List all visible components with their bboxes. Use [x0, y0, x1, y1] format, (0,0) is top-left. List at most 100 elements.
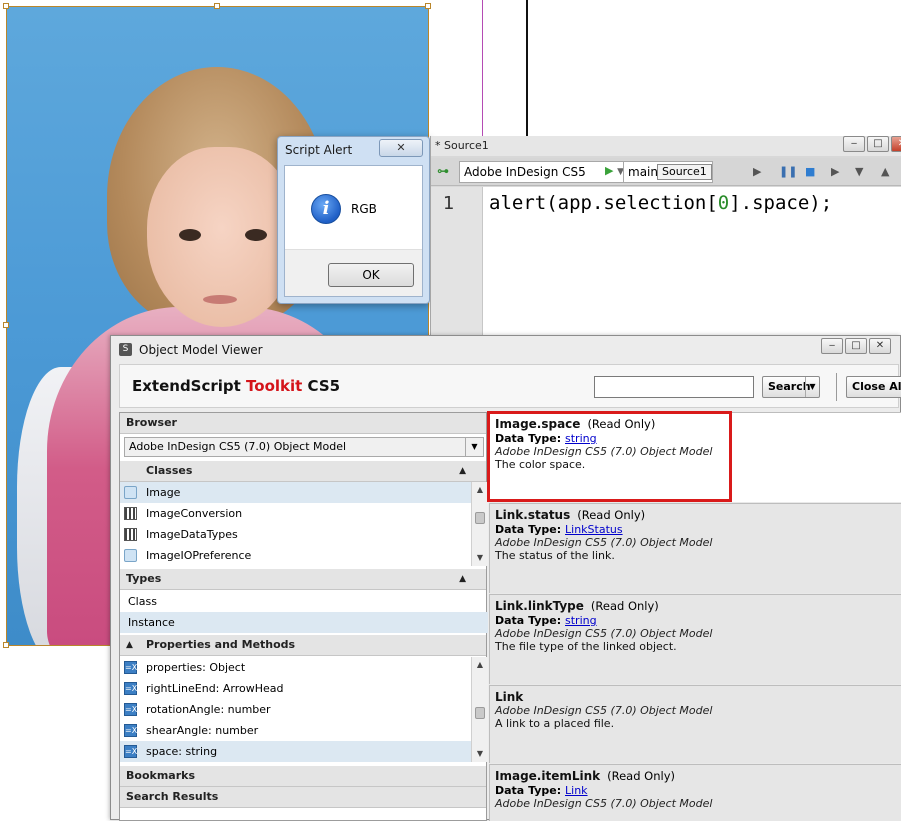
- list-item[interactable]: =X properties: Object: [120, 657, 488, 678]
- classes-header[interactable]: Classes ▲: [120, 461, 486, 482]
- frame-handle[interactable]: [3, 642, 9, 648]
- collapse-icon[interactable]: ▲: [126, 635, 133, 655]
- list-item[interactable]: =X shearAngle: number: [120, 720, 488, 741]
- props-label: Properties and Methods: [146, 638, 296, 651]
- scroll-down-icon[interactable]: ▼: [472, 746, 488, 762]
- result-card[interactable]: Image.itemLink (Read Only) Data Type: Li…: [489, 764, 901, 821]
- class-icon: [124, 486, 137, 499]
- highlight-box: [487, 411, 732, 502]
- close-button[interactable]: ✕: [379, 139, 423, 157]
- list-item[interactable]: Instance: [120, 612, 488, 633]
- step-over-icon[interactable]: ▶: [831, 165, 839, 178]
- target-app-value: Adobe InDesign CS5: [464, 165, 586, 179]
- omv-title: Object Model Viewer: [139, 343, 263, 357]
- frame-handle[interactable]: [3, 322, 9, 328]
- chevron-down-icon: ▼: [465, 438, 483, 456]
- result-card[interactable]: Link.status (Read Only) Data Type: LinkS…: [489, 503, 901, 593]
- collapse-icon[interactable]: ▲: [459, 461, 466, 481]
- datatype-link[interactable]: string: [565, 614, 597, 627]
- minimize-button[interactable]: ‒: [843, 136, 865, 152]
- code-line: alert(app.selection[0].space);: [489, 192, 832, 214]
- list-item[interactable]: ImageIOPreference: [120, 545, 488, 566]
- card-readonly: (Read Only): [577, 508, 646, 522]
- brand-text: CS5: [302, 377, 341, 395]
- card-title: Link.status (Read Only): [495, 508, 897, 522]
- maximize-button[interactable]: □: [845, 338, 867, 354]
- close-all-button[interactable]: Close All: [846, 376, 901, 398]
- photo-mouth: [203, 295, 237, 304]
- result-card[interactable]: Link Adobe InDesign CS5 (7.0) Object Mod…: [489, 685, 901, 763]
- scroll-thumb[interactable]: [475, 707, 485, 719]
- card-datatype: Data Type: LinkStatus: [495, 523, 897, 536]
- play-icon[interactable]: ▶: [605, 164, 613, 177]
- object-model-select[interactable]: Adobe InDesign CS5 (7.0) Object Model ▼: [124, 437, 484, 457]
- datatype-link[interactable]: LinkStatus: [565, 523, 623, 536]
- list-item[interactable]: =X rotationAngle: number: [120, 699, 488, 720]
- enum-icon: [124, 507, 137, 520]
- scrollbar[interactable]: ▲ ▼: [471, 482, 488, 566]
- code-number: 0: [717, 192, 730, 214]
- card-model: Adobe InDesign CS5 (7.0) Object Model: [495, 627, 713, 640]
- step-into-icon[interactable]: ▼: [855, 165, 863, 178]
- ok-button[interactable]: OK: [328, 263, 414, 287]
- datatype-link[interactable]: Link: [565, 784, 588, 797]
- search-button[interactable]: Search ▼: [762, 376, 820, 398]
- window-controls: ‒ □ ✕: [843, 136, 901, 152]
- scrollbar[interactable]: ▲ ▼: [471, 657, 488, 762]
- frame-handle[interactable]: [214, 3, 220, 9]
- object-model-value: Adobe InDesign CS5 (7.0) Object Model: [129, 440, 347, 453]
- dialog-body: i RGB OK: [284, 165, 423, 297]
- collapse-icon[interactable]: ▲: [459, 569, 466, 589]
- close-button[interactable]: ✕: [869, 338, 891, 354]
- dialog-title: Script Alert: [285, 143, 353, 157]
- source-title: * Source1: [435, 139, 489, 152]
- link-icon[interactable]: ⊶: [437, 165, 455, 177]
- bookmarks-header[interactable]: Bookmarks: [120, 766, 486, 787]
- chevron-down-icon[interactable]: ▼: [805, 377, 819, 397]
- scroll-down-icon[interactable]: ▼: [472, 550, 488, 566]
- omv-header: ExtendScript Toolkit CS5 Search ▼ Close …: [119, 364, 901, 408]
- property-icon: =X: [124, 703, 138, 716]
- minimize-button[interactable]: ‒: [821, 338, 843, 354]
- classes-list: Image ImageConversion ImageDataTypes Ima…: [120, 482, 488, 566]
- scroll-thumb[interactable]: [475, 512, 485, 524]
- list-item[interactable]: Class: [120, 591, 488, 612]
- scroll-up-icon[interactable]: ▲: [472, 657, 488, 673]
- card-name: Image.itemLink: [495, 769, 601, 783]
- pause-icon[interactable]: ❚❚: [779, 165, 797, 178]
- card-model: Adobe InDesign CS5 (7.0) Object Model: [495, 536, 713, 549]
- stop-icon[interactable]: ■: [805, 165, 815, 178]
- list-item-label: ImageDataTypes: [146, 528, 238, 541]
- search-input[interactable]: [594, 376, 754, 398]
- result-card[interactable]: Link.linkType (Read Only) Data Type: str…: [489, 594, 901, 684]
- list-item-label: rotationAngle: number: [146, 703, 271, 716]
- frame-handle[interactable]: [3, 3, 9, 9]
- list-item[interactable]: =X space: string: [120, 741, 488, 762]
- column-guide: [482, 0, 483, 140]
- brand-toolkit: Toolkit: [246, 377, 303, 395]
- search-results-header[interactable]: Search Results: [120, 787, 486, 808]
- list-item[interactable]: ImageConversion: [120, 503, 488, 524]
- run-icon[interactable]: ▶: [753, 165, 761, 178]
- photo-eye: [179, 229, 201, 241]
- types-header[interactable]: Types ▲: [120, 569, 486, 590]
- list-item[interactable]: Image: [120, 482, 488, 503]
- scroll-up-icon[interactable]: ▲: [472, 482, 488, 498]
- target-app-select[interactable]: Adobe InDesign CS5 ▼: [459, 161, 629, 183]
- brand-text: ExtendScript: [132, 377, 247, 395]
- card-title: Image.itemLink (Read Only): [495, 769, 897, 783]
- code-editor[interactable]: alert(app.selection[0].space);: [483, 187, 901, 336]
- object-model-viewer-window: S Object Model Viewer ‒ □ ✕ ExtendScript…: [110, 335, 901, 821]
- browser-header: Browser: [120, 413, 486, 434]
- line-gutter: 1: [431, 187, 483, 336]
- props-header[interactable]: ▲ Properties and Methods: [120, 635, 486, 656]
- step-out-icon[interactable]: ▲: [881, 165, 889, 178]
- list-item[interactable]: =X rightLineEnd: ArrowHead: [120, 678, 488, 699]
- card-readonly: (Read Only): [590, 599, 659, 613]
- card-datatype: Data Type: string: [495, 614, 897, 627]
- frame-handle[interactable]: [425, 3, 431, 9]
- close-button[interactable]: ✕: [891, 136, 901, 152]
- maximize-button[interactable]: □: [867, 136, 889, 152]
- list-item[interactable]: ImageDataTypes: [120, 524, 488, 545]
- code-text: alert(app.selection[: [489, 192, 718, 214]
